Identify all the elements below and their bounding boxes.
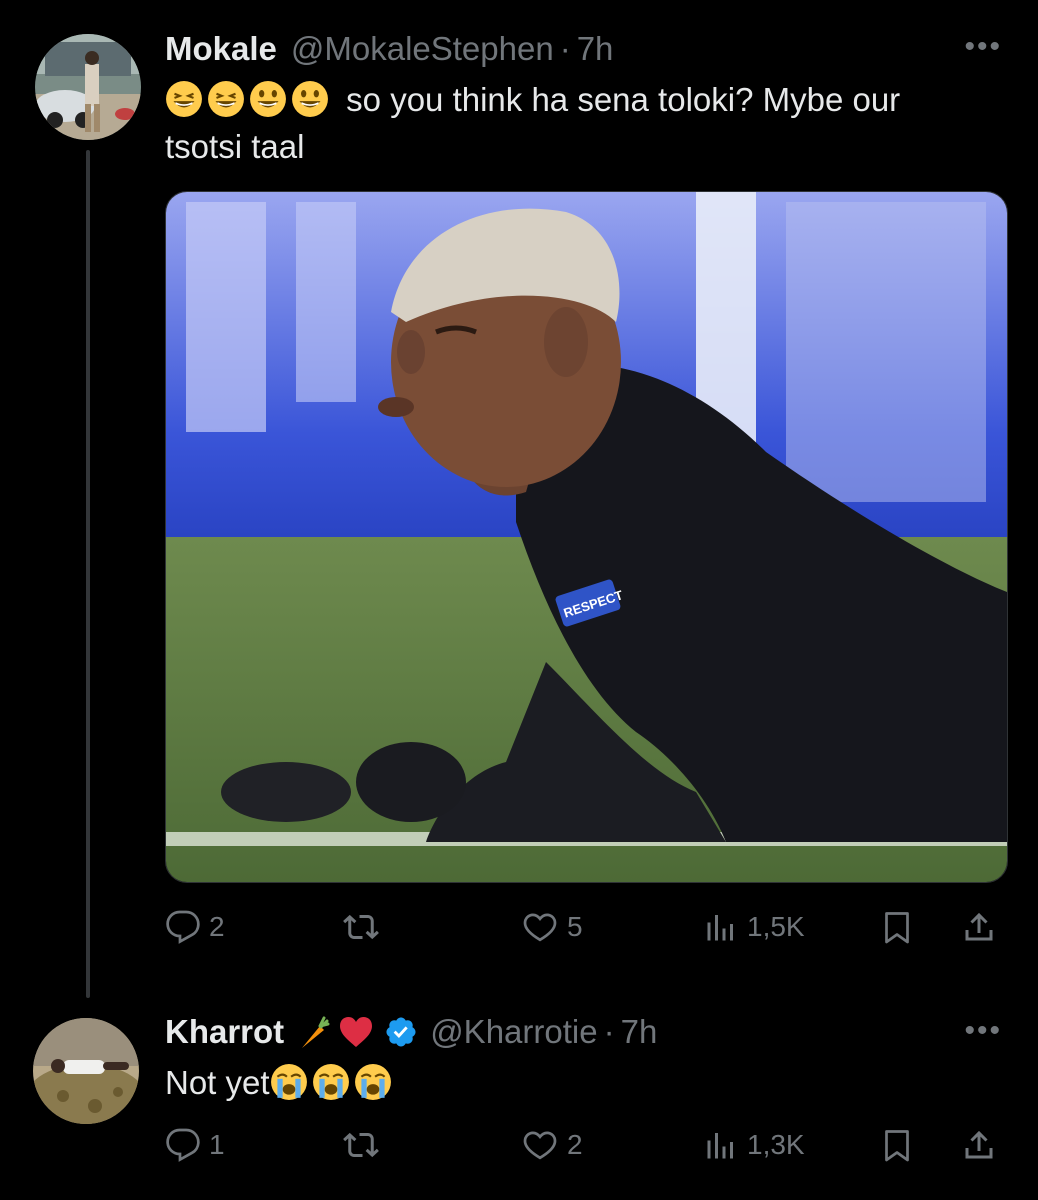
heart-icon [523, 913, 557, 942]
user-handle[interactable]: @MokaleStephen [291, 30, 554, 68]
avatar[interactable] [35, 34, 141, 140]
reply-icon [166, 1128, 200, 1162]
tweet-text: so you think ha sena toloki? Mybe our ts… [165, 76, 985, 170]
repost-button[interactable] [341, 1120, 389, 1170]
tweet-text: Not yet [165, 1059, 985, 1106]
tweet-header: Kharrot @Kharrotie · 7h [165, 1012, 657, 1052]
loudly-crying-face-emoji [312, 1064, 354, 1101]
tweet[interactable]: Mokale @MokaleStephen · 7h ••• so you th… [0, 0, 1038, 1000]
views-icon [707, 915, 733, 941]
like-count: 2 [567, 1129, 583, 1160]
carrot-emoji [294, 1014, 330, 1050]
display-name[interactable]: Mokale [165, 30, 277, 68]
repost-button[interactable] [341, 902, 389, 952]
views-count: 1,5K [747, 911, 805, 942]
loudly-crying-face-emoji [270, 1064, 312, 1101]
reply-count: 2 [209, 911, 225, 942]
repost-icon [343, 914, 379, 940]
user-handle[interactable]: @Kharrotie [430, 1013, 597, 1051]
like-count: 5 [567, 911, 583, 942]
bookmark-icon [885, 912, 909, 944]
heart-icon [523, 1131, 557, 1160]
bookmark-button[interactable] [879, 1120, 915, 1170]
views-count: 1,3K [747, 1129, 805, 1160]
separator-dot: · [559, 30, 571, 67]
tweet-actions: 1 2 1,3K [165, 1120, 1005, 1170]
tweet-header: Mokale @MokaleStephen · 7h [165, 29, 613, 69]
verified-badge-icon[interactable] [384, 1015, 418, 1049]
tweet-body-text: Not yet [165, 1064, 270, 1101]
avatar[interactable] [33, 1018, 139, 1124]
grinning-face-emoji [291, 81, 333, 118]
share-button[interactable] [961, 1120, 997, 1170]
display-name[interactable]: Kharrot [165, 1013, 284, 1051]
share-button[interactable] [961, 902, 997, 952]
reply-count: 1 [209, 1129, 225, 1160]
repost-icon [343, 1132, 379, 1158]
like-button[interactable]: 5 [521, 902, 583, 952]
red-heart-emoji [338, 1014, 374, 1050]
loudly-crying-face-emoji [354, 1064, 396, 1101]
bookmark-icon [885, 1130, 909, 1162]
tweet-media-image[interactable]: RESPECT [165, 191, 1008, 883]
separator-dot: · [603, 1013, 615, 1050]
share-icon [965, 1130, 993, 1159]
views-button[interactable]: 1,5K [703, 902, 805, 952]
grinning-squinting-face-emoji [207, 81, 249, 118]
tweet[interactable]: Kharrot @Kharrotie · 7h ••• Not yet 1 2 [0, 1000, 1038, 1200]
reply-button[interactable]: 1 [165, 1120, 225, 1170]
views-icon [707, 1133, 733, 1159]
views-button[interactable]: 1,3K [703, 1120, 805, 1170]
more-options-icon[interactable]: ••• [964, 30, 1002, 64]
bookmark-button[interactable] [879, 902, 915, 952]
timestamp[interactable]: 7h [621, 1013, 658, 1051]
reply-button[interactable]: 2 [165, 902, 225, 952]
tweet-actions: 2 5 1,5K [165, 902, 1005, 952]
reply-icon [166, 910, 200, 944]
grinning-squinting-face-emoji [165, 81, 207, 118]
more-options-icon[interactable]: ••• [964, 1014, 1002, 1048]
timestamp[interactable]: 7h [577, 30, 614, 68]
grinning-face-emoji [249, 81, 291, 118]
share-icon [965, 912, 993, 941]
like-button[interactable]: 2 [521, 1120, 583, 1170]
